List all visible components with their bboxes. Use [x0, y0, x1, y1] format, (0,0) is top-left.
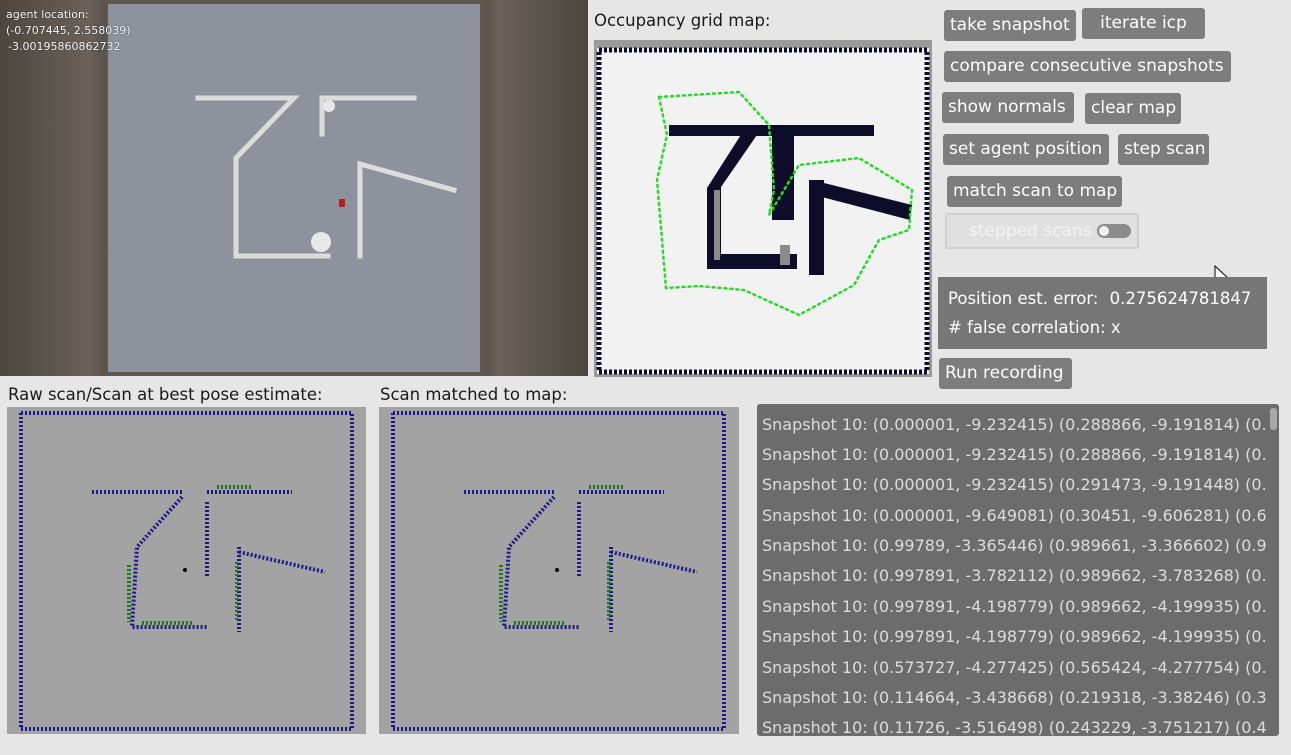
log-row: Snapshot 10: (0.99789, -3.365446) (0.989…: [762, 536, 1267, 555]
agent-heading-value: -3.00195860862732: [8, 40, 121, 53]
position-error-panel: Position est. error: 0.275624781847 # fa…: [938, 277, 1267, 349]
set-agent-position-button[interactable]: set agent position: [943, 134, 1109, 165]
position-error-label: Position est. error:: [948, 289, 1099, 308]
match-scan-to-map-button[interactable]: match scan to map: [947, 176, 1122, 207]
matched-scan-title: Scan matched to map:: [380, 385, 568, 404]
stepped-scans-toggle[interactable]: stepped scans: [945, 213, 1139, 249]
wall-right-angle: [357, 160, 458, 259]
agent-location-label: agent location:: [6, 8, 89, 21]
stepped-scans-knob: [1099, 226, 1109, 236]
log-row: Snapshot 10: (0.000001, -9.232415) (0.29…: [762, 475, 1267, 494]
log-row: Snapshot 10: (0.997891, -3.782112) (0.98…: [762, 566, 1267, 585]
obstacle-ball-small: [323, 100, 335, 112]
wall-z-shape: [195, 95, 331, 259]
agent-location-readout: agent location: (-0.707445, 2.558039) -3…: [6, 7, 131, 55]
occupancy-grid-title: Occupancy grid map:: [594, 11, 771, 30]
log-row: Snapshot 10: (0.997891, -4.198779) (0.98…: [762, 597, 1267, 616]
simulation-view: agent location: (-0.707445, 2.558039) -3…: [0, 0, 588, 376]
agent-location-value: (-0.707445, 2.558039): [6, 24, 131, 37]
arena-walls-drawing: [195, 95, 458, 259]
raw-scan-drawing: [19, 411, 354, 731]
arena-wall-right: [484, 0, 588, 376]
show-normals-button[interactable]: show normals: [942, 92, 1074, 123]
stepped-scans-switch[interactable]: [1097, 224, 1131, 238]
arena-floor: [108, 4, 480, 372]
clear-map-button[interactable]: clear map: [1085, 93, 1181, 124]
compare-snapshots-button[interactable]: compare consecutive snapshots: [944, 51, 1231, 82]
matched-scan-view: [379, 407, 739, 734]
snapshot-log-panel[interactable]: Snapshot 10: (0.000001, -9.232415) (0.28…: [757, 404, 1279, 736]
agent-marker: [339, 199, 345, 207]
position-error-value: 0.275624781847: [1109, 289, 1252, 308]
obstacle-ball-large: [311, 232, 331, 252]
occupancy-grid-map: [594, 40, 932, 377]
log-row: Snapshot 10: (0.000001, -9.649081) (0.30…: [762, 506, 1267, 525]
log-row: Snapshot 10: (0.11726, -3.516498) (0.243…: [762, 718, 1267, 736]
log-scrollbar[interactable]: [1270, 408, 1277, 430]
log-row: Snapshot 10: (0.573727, -4.277425) (0.56…: [762, 658, 1267, 677]
log-row: Snapshot 10: (0.000001, -9.232415) (0.28…: [762, 415, 1267, 434]
log-row: Snapshot 10: (0.997891, -4.198779) (0.98…: [762, 627, 1267, 646]
stepped-scans-label: stepped scans: [969, 221, 1092, 241]
run-recording-button[interactable]: Run recording: [939, 358, 1072, 389]
position-error-row: Position est. error: 0.275624781847: [948, 284, 1257, 313]
matched-scan-drawing: [391, 411, 726, 731]
log-row: Snapshot 10: (0.114664, -3.438668) (0.21…: [762, 688, 1267, 707]
raw-scan-title: Raw scan/Scan at best pose estimate:: [8, 385, 323, 404]
log-row: Snapshot 10: (0.000001, -9.232415) (0.28…: [762, 445, 1267, 464]
occupancy-grid-drawing: [596, 47, 930, 375]
false-correlation-text: # false correlation: x: [948, 318, 1121, 337]
arena-wall-left: [0, 0, 105, 376]
step-scan-button[interactable]: step scan: [1118, 134, 1209, 165]
wall-top-right: [319, 95, 417, 137]
take-snapshot-button[interactable]: take snapshot: [944, 10, 1076, 41]
iterate-icp-button[interactable]: iterate icp: [1082, 8, 1205, 39]
raw-scan-view: [7, 407, 366, 734]
